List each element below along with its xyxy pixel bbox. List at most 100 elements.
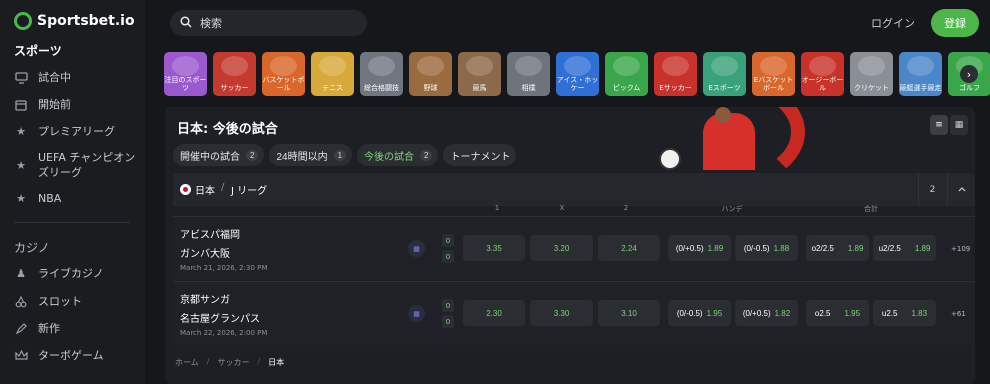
breadcrumb-separator: / bbox=[206, 357, 210, 366]
league-header[interactable]: 日本 / J リーグ 2 bbox=[173, 173, 975, 206]
search-bar[interactable] bbox=[170, 10, 367, 36]
sidebar-item-upcoming[interactable]: 開始前 bbox=[14, 97, 71, 112]
casino-heading: カジノ bbox=[14, 241, 50, 255]
sidebar-item-champions-league[interactable]: ★ UEFA チャンピオンズリーグ bbox=[14, 150, 143, 180]
breadcrumb-item[interactable]: ホーム bbox=[175, 357, 199, 368]
sport-tile[interactable]: クリケット bbox=[850, 52, 893, 96]
banner-player-image bbox=[703, 113, 755, 170]
logo[interactable]: Sportsbet.io bbox=[14, 12, 135, 30]
match-row[interactable]: アビスパ福岡 ガンバ大阪 March 21, 2026, 2:30 PM ▦ 0… bbox=[173, 216, 975, 280]
search-icon bbox=[180, 15, 192, 31]
away-team[interactable]: 名古屋グランパス bbox=[180, 310, 260, 325]
total-odds: 1.95 bbox=[844, 308, 861, 318]
match-date: March 22, 2026, 2:00 PM bbox=[180, 329, 268, 337]
sport-tile[interactable]: バスケットボール bbox=[262, 52, 305, 96]
football-icon bbox=[659, 148, 681, 170]
handicap-odds: 1.82 bbox=[774, 308, 791, 318]
handicap-home-button[interactable]: (0/+0.5) 1.89 bbox=[668, 235, 731, 261]
sport-tile[interactable]: サッカー bbox=[213, 52, 256, 96]
total-over-button[interactable]: o2/2.5 1.89 bbox=[806, 235, 869, 261]
column-header-1: 1 bbox=[494, 204, 500, 212]
breadcrumb: ホーム / サッカー / 日本 bbox=[175, 357, 284, 368]
stats-icon[interactable]: ▦ bbox=[408, 240, 425, 257]
home-team[interactable]: アビスパ福岡 bbox=[180, 226, 240, 241]
odds-button-x[interactable]: 3.20 bbox=[530, 235, 593, 261]
chevron-right-icon[interactable]: › bbox=[960, 65, 978, 83]
sidebar-item-label: スロット bbox=[38, 295, 82, 308]
sport-tile[interactable]: 競馬 bbox=[458, 52, 501, 96]
sport-tile[interactable]: 総合格闘技 bbox=[360, 52, 403, 96]
total-under-button[interactable]: u2.5 1.83 bbox=[873, 300, 936, 326]
tab-label: 開催中の試合 bbox=[180, 151, 240, 163]
sidebar-item-live[interactable]: 試合中 bbox=[14, 70, 71, 85]
sidebar-item-premier-league[interactable]: ★ プレミアリーグ bbox=[14, 124, 115, 139]
sidebar-item-nba[interactable]: ★ NBA bbox=[14, 191, 61, 206]
sport-tile-label: サッカー bbox=[220, 84, 249, 92]
tab-tournaments[interactable]: トーナメント bbox=[443, 144, 517, 166]
odds-button-1[interactable]: 2.30 bbox=[463, 300, 525, 326]
sport-tile[interactable]: 野球 bbox=[409, 52, 452, 96]
total-over-button[interactable]: o2.5 1.95 bbox=[806, 300, 869, 326]
tab-live[interactable]: 開催中の試合 2 bbox=[173, 144, 265, 166]
sport-tile-image bbox=[858, 56, 885, 76]
sport-tile[interactable]: 競艇選手競走 bbox=[899, 52, 942, 96]
sport-tile-image bbox=[221, 56, 248, 76]
handicap-home-button[interactable]: (0/-0.5) 1.95 bbox=[668, 300, 731, 326]
chevron-up-icon[interactable] bbox=[947, 173, 975, 206]
handicap-odds: 1.95 bbox=[706, 308, 723, 318]
sport-tile[interactable]: テニス bbox=[311, 52, 354, 96]
register-button[interactable]: 登録 bbox=[931, 9, 979, 37]
sport-tile-image bbox=[711, 56, 738, 76]
away-team[interactable]: ガンバ大阪 bbox=[180, 245, 230, 260]
home-team[interactable]: 京都サンガ bbox=[180, 291, 230, 306]
handicap-away-button[interactable]: (0/-0.5) 1.88 bbox=[735, 235, 798, 261]
sport-tile-label: バスケットボール bbox=[262, 76, 305, 92]
sport-tile[interactable]: Eサッカー bbox=[654, 52, 697, 96]
tab-upcoming[interactable]: 今後の試合 2 bbox=[357, 144, 439, 166]
tab-count: 1 bbox=[333, 149, 347, 161]
list-view-icon[interactable]: ≡ bbox=[930, 115, 948, 135]
sport-tile[interactable]: 注目のスポーツ bbox=[164, 52, 207, 96]
odds-button-2[interactable]: 3.10 bbox=[598, 300, 660, 326]
sport-tile[interactable]: Eバスケットボール bbox=[752, 52, 795, 96]
sport-tile[interactable]: アイス・ホッケー bbox=[556, 52, 599, 96]
sport-tile[interactable]: 相撲 bbox=[507, 52, 550, 96]
odds-button-1[interactable]: 3.35 bbox=[463, 235, 525, 261]
sidebar-item-label: 新作 bbox=[38, 322, 60, 335]
login-link[interactable]: ログイン bbox=[871, 15, 915, 31]
search-input[interactable] bbox=[200, 16, 350, 30]
stats-icon[interactable]: ▦ bbox=[408, 305, 425, 322]
match-row[interactable]: 京都サンガ 名古屋グランパス March 22, 2026, 2:00 PM ▦… bbox=[173, 281, 975, 345]
sidebar-item-turbo-games[interactable]: ターボゲーム bbox=[14, 348, 104, 363]
odds-button-x[interactable]: 3.30 bbox=[530, 300, 593, 326]
handicap-away-button[interactable]: (0/+0.5) 1.82 bbox=[735, 300, 798, 326]
sidebar-divider bbox=[14, 222, 130, 223]
sport-tile-image bbox=[319, 56, 346, 76]
promo-banner[interactable] bbox=[625, 107, 815, 170]
sport-tile[interactable]: ピックム bbox=[605, 52, 648, 96]
sport-tile-image bbox=[662, 56, 689, 76]
total-under-button[interactable]: u2/2.5 1.89 bbox=[873, 235, 936, 261]
chess-pawn-icon: ♟ bbox=[16, 267, 26, 280]
odds-button-2[interactable]: 2.24 bbox=[598, 235, 660, 261]
breadcrumb-item[interactable]: サッカー bbox=[217, 357, 249, 368]
sidebar-item-slots[interactable]: スロット bbox=[14, 294, 82, 309]
more-markets-link[interactable]: +61 bbox=[951, 310, 966, 318]
sidebar-item-new[interactable]: 新作 bbox=[14, 321, 60, 336]
more-markets-link[interactable]: +109 bbox=[951, 245, 970, 253]
sport-tile-label: ピックム bbox=[612, 84, 641, 92]
grid-view-icon[interactable]: ▦ bbox=[950, 115, 968, 135]
sidebar-item-live-casino[interactable]: ♟ ライブカジノ bbox=[14, 266, 104, 281]
handicap-line: (0/-0.5) bbox=[676, 308, 703, 318]
sidebar-item-label: プレミアリーグ bbox=[38, 125, 115, 138]
tab-within-24h[interactable]: 24時間以内 1 bbox=[269, 144, 353, 166]
crown-icon bbox=[14, 349, 28, 363]
handicap-odds: 1.88 bbox=[773, 243, 790, 253]
sport-tile[interactable]: Eスポーツ bbox=[703, 52, 746, 96]
page-title: 日本: 今後の試合 bbox=[177, 122, 278, 137]
sport-tile[interactable]: オージーボール bbox=[801, 52, 844, 96]
sport-tile-label: Eバスケットボール bbox=[753, 76, 794, 92]
sidebar-item-label: UEFA チャンピオンズリーグ bbox=[38, 151, 136, 179]
sport-tile-label: テニス bbox=[322, 84, 343, 92]
column-header-x: X bbox=[559, 204, 565, 212]
